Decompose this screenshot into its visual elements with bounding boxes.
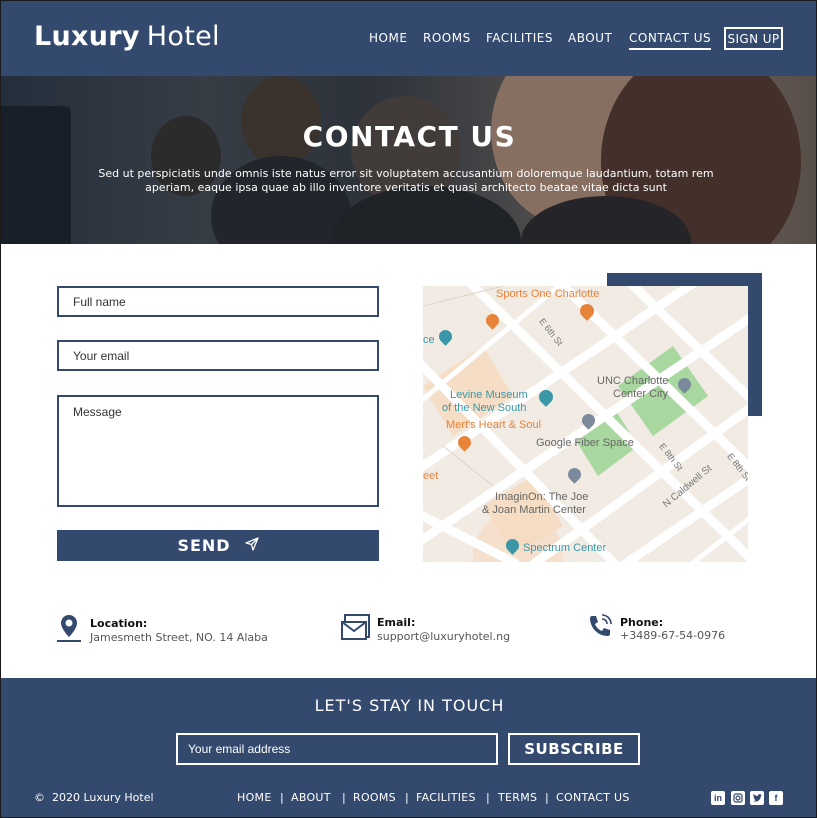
send-label: SEND	[177, 536, 231, 555]
email-value[interactable]: support@luxuryhotel.ng	[377, 630, 510, 643]
map-label-levine-line2: of the New South	[442, 402, 527, 414]
logo[interactable]: Luxury Hotel	[34, 21, 220, 52]
location-label: Location:	[90, 617, 148, 630]
site-header: Luxury Hotel HOME ROOMS FACILITIES ABOUT …	[1, 1, 816, 76]
subscribe-button[interactable]: SUBSCRIBE	[508, 733, 640, 765]
map-label-unc-line2: Center City	[613, 388, 669, 400]
footer-link-rooms[interactable]: ROOMS	[353, 791, 396, 804]
nav-home[interactable]: HOME	[369, 31, 407, 45]
phone-label: Phone:	[620, 616, 664, 629]
footer-link-home[interactable]: HOME	[237, 791, 272, 804]
sign-up-button[interactable]: SIGN UP	[724, 27, 783, 50]
logo-bold: Luxury	[34, 21, 140, 52]
page-title: CONTACT US	[302, 120, 517, 153]
footer-separator: |	[280, 791, 284, 804]
location-value: Jamesmeth Street, NO. 14 Alaba	[90, 631, 268, 644]
copyright: © 2020 Luxury Hotel	[34, 791, 154, 804]
newsletter-title: LET'S STAY IN TOUCH	[314, 696, 505, 715]
map-label-eet: eet	[423, 470, 439, 482]
map-label-google-fiber: Google Fiber Space	[536, 437, 634, 449]
nav-rooms[interactable]: ROOMS	[423, 31, 471, 45]
footer-link-facilities[interactable]: FACILITIES	[416, 791, 476, 804]
instagram-icon[interactable]	[731, 791, 745, 805]
footer-separator: |	[342, 791, 346, 804]
logo-light: Hotel	[146, 21, 220, 52]
footer-separator: |	[405, 791, 409, 804]
send-icon	[244, 536, 259, 555]
location-map[interactable]: Sports One Charlotte ce UNC Charlotte Ce…	[423, 286, 748, 562]
map-label-sports-one: Sports One Charlotte	[496, 288, 600, 300]
nav-facilities[interactable]: FACILITIES	[486, 31, 553, 45]
location-pin-icon	[56, 613, 82, 647]
hero-overlay	[1, 76, 816, 244]
nav-contact-us[interactable]: CONTACT US	[629, 31, 712, 50]
mail-icon	[341, 613, 371, 645]
footer-link-terms[interactable]: TERMS	[498, 791, 537, 804]
copyright-icon: ©	[34, 791, 45, 804]
send-button[interactable]: SEND	[57, 530, 379, 561]
page: Luxury Hotel HOME ROOMS FACILITIES ABOUT …	[0, 0, 817, 818]
twitter-icon[interactable]	[750, 791, 764, 805]
email-label: Email:	[377, 616, 416, 629]
footer-link-about[interactable]: ABOUT	[291, 791, 331, 804]
map-label-merts: Mert's Heart & Soul	[446, 419, 542, 431]
email-input[interactable]	[57, 340, 379, 371]
linkedin-icon[interactable]: in	[711, 791, 725, 805]
facebook-icon[interactable]: f	[769, 791, 783, 805]
map-label-imaginon-line1: ImaginOn: The Joe	[495, 491, 589, 503]
map-label-ce: ce	[423, 334, 435, 346]
hero-banner: CONTACT US Sed ut perspiciatis unde omni…	[1, 76, 816, 244]
nav-about[interactable]: ABOUT	[568, 31, 612, 45]
phone-value[interactable]: +3489-67-54-0976	[620, 629, 725, 642]
copyright-text: 2020 Luxury Hotel	[52, 791, 154, 804]
site-footer: LET'S STAY IN TOUCH SUBSCRIBE © 2020 Lux…	[1, 678, 816, 817]
footer-separator: |	[486, 791, 490, 804]
footer-link-contact-us[interactable]: CONTACT US	[556, 791, 630, 804]
message-textarea[interactable]	[57, 395, 379, 507]
phone-icon	[587, 613, 613, 643]
map-label-spectrum: Spectrum Center	[523, 542, 607, 554]
map-label-levine-line1: Levine Museum	[450, 389, 528, 401]
full-name-input[interactable]	[57, 286, 379, 317]
footer-separator: |	[545, 791, 549, 804]
map-label-unc-line1: UNC Charlotte	[597, 375, 669, 387]
newsletter-email-input[interactable]	[176, 733, 498, 765]
map-label-imaginon-line2: & Joan Martin Center	[482, 504, 586, 516]
hero-subtitle: Sed ut perspiciatis unde omnis iste natu…	[98, 167, 714, 194]
